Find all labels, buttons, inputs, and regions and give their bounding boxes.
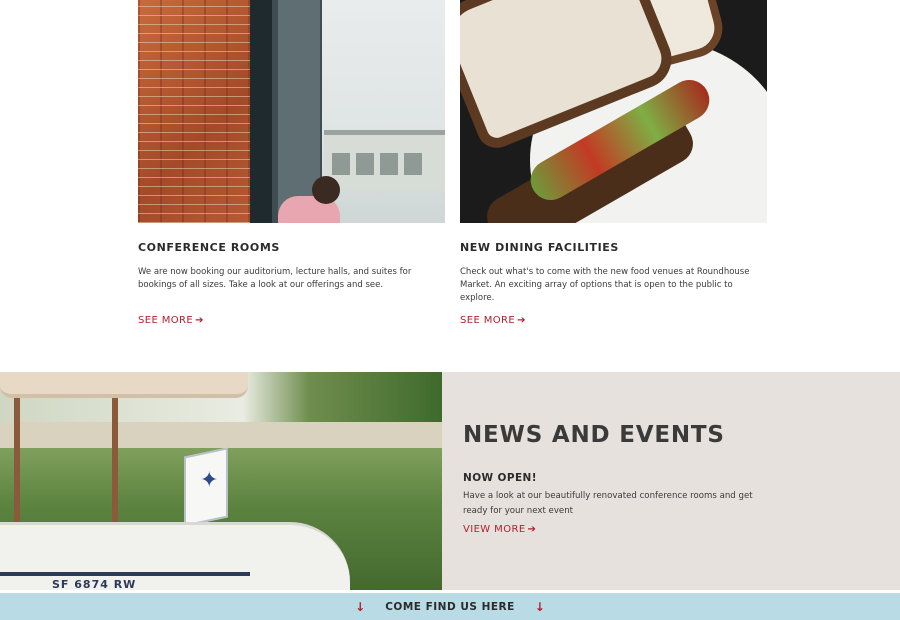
arrow-right-icon: ➔ bbox=[527, 524, 537, 535]
boat-canopy-image bbox=[0, 372, 248, 398]
boat-registration: SF 6874 RW bbox=[52, 578, 137, 590]
dolphin-icon: ✦ bbox=[200, 468, 219, 493]
card-dining-facilities: NEW DINING FACILITIES Check out what's t… bbox=[460, 0, 767, 326]
arrow-down-icon: ↓ bbox=[534, 599, 545, 614]
news-panel: NEWS AND EVENTS NOW OPEN! Have a look at… bbox=[442, 372, 900, 590]
tram-image bbox=[324, 130, 445, 190]
card-description: We are now booking our auditorium, lectu… bbox=[138, 267, 412, 290]
boat-photo: ✦ SF 6874 RW bbox=[0, 372, 442, 590]
see-more-link[interactable]: SEE MORE ➔ bbox=[460, 315, 526, 326]
feature-cards: CONFERENCE ROOMS We are now booking our … bbox=[0, 0, 900, 372]
news-subheading: NOW OPEN! bbox=[463, 472, 537, 484]
sandwich-photo[interactable] bbox=[460, 0, 767, 223]
brick-wall-image bbox=[138, 0, 250, 223]
card-description: Check out what's to come with the new fo… bbox=[460, 267, 750, 303]
come-find-us-label: COME FIND US HERE bbox=[385, 600, 515, 613]
arrow-down-icon: ↓ bbox=[355, 599, 366, 614]
card-title: CONFERENCE ROOMS bbox=[138, 241, 280, 254]
arrow-right-icon: ➔ bbox=[517, 315, 526, 326]
card-conference-rooms: CONFERENCE ROOMS We are now booking our … bbox=[138, 0, 445, 326]
card-title: NEW DINING FACILITIES bbox=[460, 241, 619, 254]
see-more-label: SEE MORE bbox=[460, 315, 516, 326]
news-description: Have a look at our beautifully renovated… bbox=[463, 491, 753, 516]
come-find-us-bar[interactable]: ↓ COME FIND US HERE ↓ bbox=[0, 593, 900, 620]
view-more-link[interactable]: VIEW MORE ➔ bbox=[463, 524, 536, 535]
see-more-link[interactable]: SEE MORE ➔ bbox=[138, 315, 204, 326]
view-more-label: VIEW MORE bbox=[463, 524, 526, 535]
conference-photo[interactable] bbox=[138, 0, 445, 223]
arrow-right-icon: ➔ bbox=[195, 315, 204, 326]
news-heading: NEWS AND EVENTS bbox=[463, 422, 725, 448]
see-more-label: SEE MORE bbox=[138, 315, 194, 326]
news-and-events-section: ✦ SF 6874 RW NEWS AND EVENTS NOW OPEN! H… bbox=[0, 372, 900, 590]
